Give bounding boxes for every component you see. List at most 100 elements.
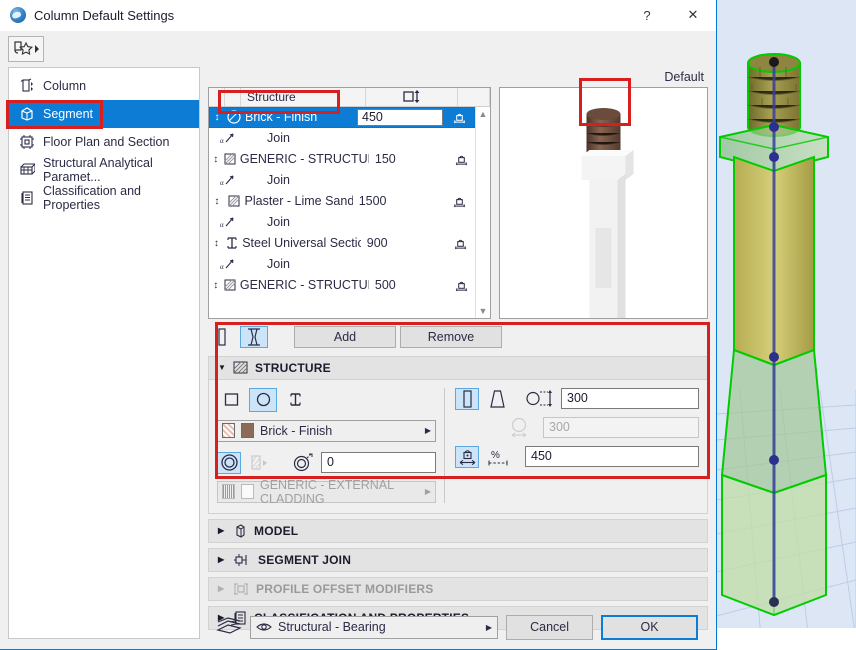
- veneer-angle-input[interactable]: 0: [321, 452, 436, 473]
- core-material-label: GENERIC - EXTERNAL CLADDING: [260, 478, 419, 506]
- tapered-column-button[interactable]: [485, 388, 509, 410]
- classification-icon: [19, 190, 35, 206]
- ibeam-icon: [288, 392, 303, 407]
- bottom-diameter-icon: [509, 417, 535, 439]
- row-value[interactable]: 1500: [353, 194, 444, 208]
- row-drag-handle[interactable]: ↕: [209, 112, 225, 123]
- structural-icon: [19, 162, 35, 178]
- lock-proportion-button[interactable]: [455, 446, 479, 468]
- cancel-button[interactable]: Cancel: [506, 615, 593, 640]
- segment-height-input[interactable]: 450: [525, 446, 699, 467]
- column-3d-model[interactable]: [700, 5, 856, 645]
- row-drag-handle[interactable]: ↕: [209, 280, 223, 291]
- square-icon: [224, 392, 239, 407]
- lock-icon[interactable]: [446, 237, 475, 250]
- layer-dropdown[interactable]: Structural - Bearing ▶: [250, 616, 498, 639]
- row-drag-handle[interactable]: ↕: [209, 238, 224, 249]
- segment-icon: [19, 106, 35, 122]
- list-scrollbar[interactable]: ▲ ▼: [475, 107, 490, 318]
- table-row[interactable]: ↕ Steel Universal Section 900: [209, 233, 475, 254]
- uniform-segment-toggle[interactable]: [208, 326, 236, 348]
- veneer-ring-button[interactable]: [217, 452, 241, 474]
- hatch-icon: [233, 361, 248, 374]
- table-row[interactable]: α Join: [209, 128, 475, 149]
- row-label: Join: [245, 215, 351, 229]
- section-header-segment-join[interactable]: ▶ SEGMENT JOIN: [208, 548, 708, 572]
- core-color-swatch: [241, 484, 254, 499]
- sidebar-item-label: Structural Analytical Paramet...: [43, 156, 199, 184]
- diameter-height-icon: [526, 390, 554, 407]
- chevron-right-icon: ▶: [486, 623, 492, 632]
- diameter-top-icon: [525, 388, 555, 410]
- table-row[interactable]: α Join: [209, 254, 475, 275]
- core-material-dropdown[interactable]: GENERIC - EXTERNAL CLADDING ▶: [217, 481, 436, 503]
- row-label: Plaster - Lime Sand: [243, 194, 353, 208]
- help-button[interactable]: ?: [624, 0, 670, 31]
- table-row[interactable]: ↕ Brick - Finish 450: [209, 107, 475, 128]
- window-title: Column Default Settings: [34, 8, 624, 23]
- lock-icon[interactable]: [443, 195, 475, 208]
- veneer-side-button[interactable]: [247, 452, 271, 474]
- sidebar-item-column[interactable]: Column: [9, 72, 199, 100]
- row-value-cell[interactable]: 450: [351, 109, 443, 126]
- chevron-right-icon: ▶: [218, 555, 226, 564]
- lock-icon[interactable]: [443, 111, 475, 124]
- chevron-right-icon: ▶: [425, 487, 431, 496]
- material-dropdown[interactable]: Brick - Finish ▶: [217, 420, 436, 442]
- percent-button[interactable]: %: [485, 446, 511, 468]
- scroll-down-icon[interactable]: ▼: [479, 306, 488, 316]
- uniform-column-button[interactable]: [455, 388, 479, 410]
- remove-button[interactable]: Remove: [400, 326, 502, 348]
- structure-list-header: Structure: [209, 88, 490, 107]
- section-header-structure[interactable]: ▼ STRUCTURE: [208, 356, 708, 380]
- svg-text:α: α: [220, 263, 224, 271]
- table-row[interactable]: ↕ Plaster - Lime Sand 1500: [209, 191, 475, 212]
- dialog-toolbar: [0, 31, 716, 67]
- lock-icon[interactable]: [448, 279, 475, 292]
- structure-list[interactable]: Structure: [208, 87, 491, 319]
- ring-icon: [220, 453, 239, 472]
- row-drag-handle[interactable]: ↕: [209, 154, 223, 165]
- row-value-input[interactable]: 450: [357, 109, 443, 126]
- close-icon[interactable]: ✕: [670, 0, 716, 31]
- structure-left-column: Brick - Finish ▶: [217, 388, 445, 503]
- diameter-top-input[interactable]: 300: [561, 388, 699, 409]
- row-drag-handle[interactable]: ↕: [209, 196, 225, 207]
- sidebar-item-structural-analytical-parameters[interactable]: Structural Analytical Paramet...: [9, 156, 199, 184]
- table-row[interactable]: α Join: [209, 212, 475, 233]
- diameter-bottom-input[interactable]: 300: [543, 417, 699, 438]
- circle-shape-button[interactable]: [249, 388, 277, 412]
- scroll-up-icon[interactable]: ▲: [479, 109, 488, 119]
- sidebar-item-classification-and-properties[interactable]: Classification and Properties: [9, 184, 199, 212]
- table-row[interactable]: α Join: [209, 170, 475, 191]
- row-value[interactable]: 900: [361, 236, 446, 250]
- row-value[interactable]: 150: [369, 152, 448, 166]
- floorplan-icon: [19, 134, 35, 150]
- add-button[interactable]: Add: [294, 326, 396, 348]
- table-row[interactable]: ↕ GENERIC - STRUCTURAL 150: [209, 149, 475, 170]
- join-icon: α: [209, 131, 245, 145]
- profile-shape-button[interactable]: [281, 388, 309, 412]
- ok-button[interactable]: OK: [601, 615, 698, 640]
- column-preview[interactable]: [499, 87, 708, 319]
- favorites-icon: [12, 40, 40, 58]
- tapered-segment-toggle[interactable]: [240, 326, 268, 348]
- table-row[interactable]: ↕ GENERIC - STRUCTURAL 500: [209, 275, 475, 296]
- square-shape-button[interactable]: [217, 388, 245, 412]
- height-icon: [403, 90, 421, 103]
- section-header-model[interactable]: ▶ MODEL: [208, 519, 708, 543]
- row-label: Join: [245, 131, 351, 145]
- sidebar-item-floor-plan-and-section[interactable]: Floor Plan and Section: [9, 128, 199, 156]
- core-hatch-swatch: [222, 484, 235, 499]
- sidebar-item-segment[interactable]: Segment: [9, 100, 199, 128]
- lock-icon[interactable]: [448, 153, 475, 166]
- sidebar-item-label: Column: [43, 79, 86, 93]
- row-value[interactable]: 500: [369, 278, 448, 292]
- section-label: SEGMENT JOIN: [258, 553, 351, 567]
- uniform-column-icon: [460, 390, 475, 408]
- chevron-right-icon: ▶: [425, 426, 431, 435]
- favorites-button[interactable]: [8, 36, 44, 62]
- join-icon: α: [209, 257, 245, 271]
- chevron-right-icon: ▶: [218, 526, 226, 535]
- percent-icon: %: [487, 447, 509, 467]
